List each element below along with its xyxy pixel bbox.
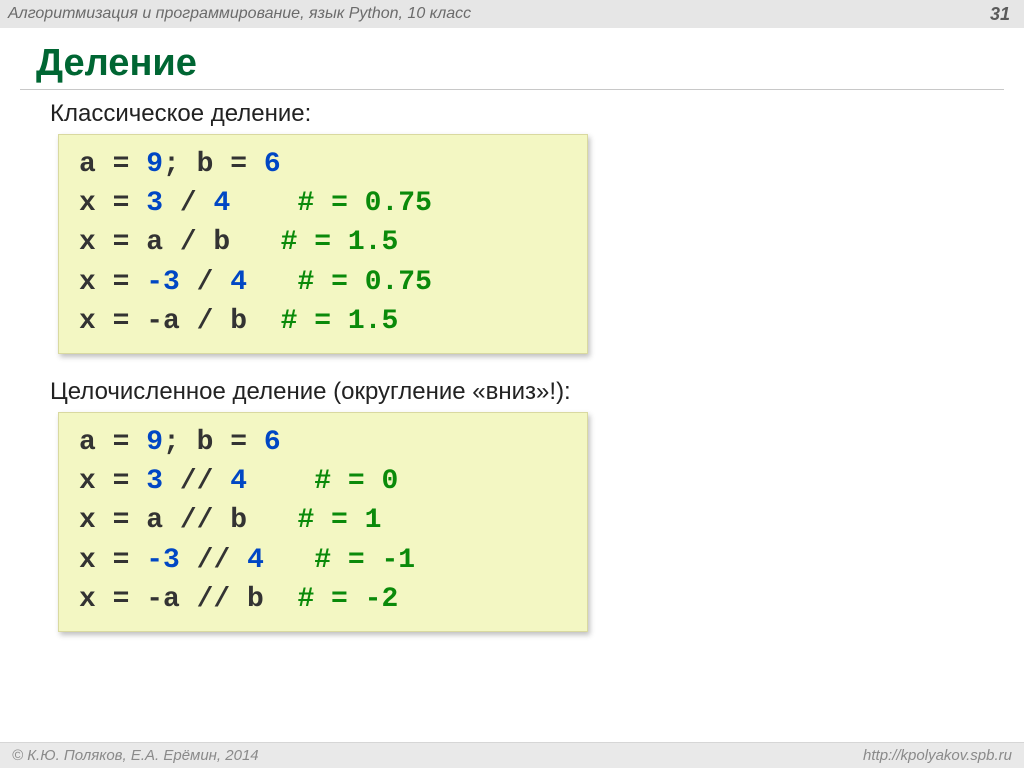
code-line: x = 3 / 4 # = 0.75	[79, 184, 567, 223]
code-number: 4	[230, 466, 247, 497]
code-number: -3	[146, 545, 196, 576]
code-number: 6	[264, 149, 281, 180]
code-text: = a // b	[113, 505, 298, 536]
code-text: //	[180, 466, 230, 497]
copyright-text: © К.Ю. Поляков, Е.А. Ерёмин, 2014	[12, 747, 259, 764]
code-number: 3	[146, 188, 180, 219]
code-number: 3	[146, 466, 180, 497]
code-text: =	[113, 149, 147, 180]
course-title: Алгоритмизация и программирование, язык …	[8, 5, 471, 23]
code-text	[230, 188, 297, 219]
code-text: =	[113, 427, 147, 458]
code-text: ; b	[163, 427, 230, 458]
code-text: a	[79, 149, 113, 180]
code-number: 4	[213, 188, 230, 219]
code-comment: # = 0.75	[297, 188, 431, 219]
code-text: x	[79, 545, 113, 576]
code-text	[247, 466, 314, 497]
code-comment: # = 0.75	[297, 267, 431, 298]
code-text: = a / b	[113, 227, 281, 258]
code-number: 9	[146, 427, 163, 458]
code-line: x = 3 // 4 # = 0	[79, 462, 567, 501]
code-text: a	[79, 427, 113, 458]
code-box-1: a = 9; b = 6x = 3 / 4 # = 0.75x = a / b …	[58, 134, 588, 354]
code-line: x = -3 // 4 # = -1	[79, 541, 567, 580]
code-box-2: a = 9; b = 6x = 3 // 4 # = 0x = a // b #…	[58, 412, 588, 632]
code-comment: # = 0	[314, 466, 398, 497]
code-comment: # = 1	[297, 505, 381, 536]
code-text: x	[79, 306, 113, 337]
code-text: /	[180, 188, 214, 219]
code-text: = -a // b	[113, 584, 298, 615]
code-text: = -a / b	[113, 306, 281, 337]
code-text: =	[113, 267, 147, 298]
code-text	[247, 267, 297, 298]
code-line: a = 9; b = 6	[79, 145, 567, 184]
section-2-label: Целочисленное деление (округление «вниз»…	[0, 368, 1024, 412]
code-text: x	[79, 188, 113, 219]
footer-bar: © К.Ю. Поляков, Е.А. Ерёмин, 2014 http:/…	[0, 742, 1024, 768]
code-line: x = a / b # = 1.5	[79, 223, 567, 262]
code-text: =	[113, 545, 147, 576]
code-text: =	[113, 466, 147, 497]
code-text: x	[79, 466, 113, 497]
code-line: x = a // b # = 1	[79, 501, 567, 540]
code-text: =	[230, 149, 264, 180]
code-text: //	[197, 545, 247, 576]
header-bar: Алгоритмизация и программирование, язык …	[0, 0, 1024, 28]
code-number: 4	[230, 267, 247, 298]
code-line: x = -a / b # = 1.5	[79, 302, 567, 341]
code-text: x	[79, 584, 113, 615]
code-line: a = 9; b = 6	[79, 423, 567, 462]
code-text: =	[230, 427, 264, 458]
code-text: =	[113, 188, 147, 219]
code-number: 4	[247, 545, 264, 576]
page-number: 31	[990, 4, 1010, 25]
code-comment: # = -1	[314, 545, 415, 576]
code-comment: # = -2	[297, 584, 398, 615]
code-number: 9	[146, 149, 163, 180]
code-number: 6	[264, 427, 281, 458]
code-text: x	[79, 267, 113, 298]
code-text	[264, 545, 314, 576]
code-number: -3	[146, 267, 196, 298]
code-comment: # = 1.5	[281, 227, 399, 258]
footer-url: http://kpolyakov.spb.ru	[863, 747, 1012, 764]
code-comment: # = 1.5	[281, 306, 399, 337]
slide-title: Деление	[0, 28, 1024, 89]
code-line: x = -3 / 4 # = 0.75	[79, 263, 567, 302]
code-text: ; b	[163, 149, 230, 180]
code-text: x	[79, 227, 113, 258]
section-1-label: Классическое деление:	[0, 90, 1024, 134]
code-text: x	[79, 505, 113, 536]
code-text: /	[197, 267, 231, 298]
code-line: x = -a // b # = -2	[79, 580, 567, 619]
